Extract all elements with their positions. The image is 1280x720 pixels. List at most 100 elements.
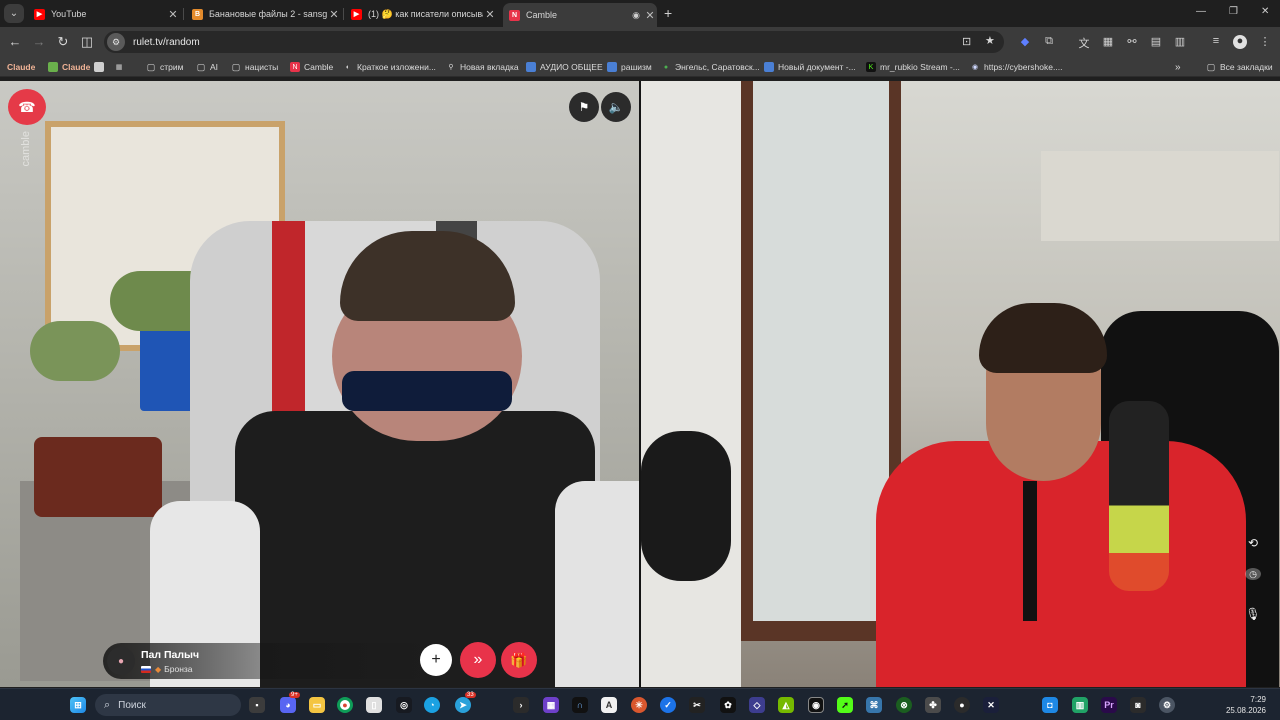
tab-writers-video[interactable]: ▶ (1) 🤔 как писатели описыва ✕ [345,3,497,25]
close-icon[interactable]: ✕ [327,8,341,21]
premiere-icon[interactable]: Pr [1101,697,1117,713]
tab-camble[interactable]: N Camble ◉ ✕ [503,3,657,27]
settings-icon[interactable]: ⚙ [1159,697,1175,713]
bookmark-star-icon[interactable]: ★ [985,34,995,47]
nvidia-icon[interactable]: ◭ [778,697,794,713]
excel-icon[interactable]: ▥ [1072,697,1088,713]
gift-button[interactable]: 🎁 [501,642,537,678]
next-partner-button[interactable]: » [460,642,496,678]
bookmark-label: АУДИО ОБЩЕЕ [540,62,603,72]
telegram-icon[interactable]: ➤ [455,697,471,713]
link-icon[interactable]: ⚯ [1125,35,1139,48]
install-app-icon[interactable]: ⊡ [962,35,971,48]
browser-toolbar: ← → ↻ ◫ ⚙ rulet.tv/random ⊡ ★ ◆ ⧉ 文 ▦ ⚯ … [0,27,1280,57]
report-flag-button[interactable]: ⚑ [569,92,599,122]
volume-button[interactable]: 🔈 [601,92,631,122]
gift-icon: 🎁 [510,651,528,668]
task-view-icon[interactable]: ▪ [249,697,265,713]
app-record-icon[interactable]: ● [954,697,970,713]
bookmark-summary[interactable]: ◐ Краткое изложени... [343,60,436,74]
app-car-icon[interactable]: ◘ [1042,697,1058,713]
file-explorer-icon[interactable]: ▭ [309,697,325,713]
bookmark-label: AI [210,62,219,72]
app-arrow-icon[interactable]: ➚ [837,697,853,713]
sidebar-icon[interactable]: ▥ [1173,35,1187,48]
minimize-icon[interactable]: — [1196,6,1206,17]
new-tab-button[interactable]: + [664,5,672,21]
all-bookmarks[interactable]: ▢ Все закладки [1206,60,1273,74]
claude-app-icon[interactable]: ✳ [631,697,647,713]
bookmark-claude-2[interactable]: Claude [48,60,90,74]
menu-icon[interactable]: ⋮ [1258,35,1272,48]
app-camera-icon[interactable]: ◙ [1130,697,1146,713]
capcut-icon[interactable]: ✂ [689,697,705,713]
terminal-icon[interactable]: › [513,697,529,713]
translate-icon[interactable]: 文 [1077,35,1091,51]
bookmark-cybershoke[interactable]: ◉ https://cybershoke.... [970,60,1063,74]
python-icon[interactable]: ⌘ [866,697,882,713]
xbox-icon[interactable]: ⊗ [896,697,912,713]
reload-button[interactable]: ↻ [55,34,71,50]
bookmark-new-doc[interactable]: Новый документ -... [764,60,856,74]
hang-up-button[interactable]: ☎ [8,89,46,125]
taskbar-search[interactable]: ⌕ Поиск [95,694,241,716]
bookmark-new-tab[interactable]: ⚲ Новая вкладка [446,60,518,74]
bookmark-camble[interactable]: N Camble [290,60,333,74]
restore-icon[interactable]: ❐ [1229,6,1238,17]
forward-button[interactable]: → [31,34,47,49]
app-icon[interactable]: ▦ [543,697,559,713]
tab-groups-icon[interactable]: ▤ [1149,35,1163,48]
window-close-icon[interactable]: ✕ [1261,6,1269,17]
bookmark-page[interactable] [94,60,108,74]
edge-icon[interactable]: ◔ [424,697,440,713]
tab-banana-files[interactable]: B Банановые файлы 2 - sansgot ✕ [186,3,341,25]
timer-icon[interactable]: ◷ [1245,568,1261,580]
obs-icon[interactable]: ◉ [808,697,824,713]
close-icon[interactable]: ✕ [483,8,497,21]
switch-camera-icon[interactable]: ⟲ [1245,536,1261,550]
bookmark-folder-stream[interactable]: ▢ стрим [146,60,184,74]
system-clock[interactable]: 7:29 25.08.2026 [1226,694,1266,716]
start-icon[interactable]: ⊞ [70,697,86,713]
chrome-icon[interactable]: ● [337,697,353,713]
profile-avatar[interactable]: ● [1233,35,1247,49]
app-a-icon[interactable]: A [601,697,617,713]
tab-search-button[interactable]: ⌄ [4,4,24,23]
grid-icon[interactable]: ▦ [1101,35,1115,48]
close-icon[interactable]: ✕ [643,9,657,22]
map-pin-icon: ● [663,63,669,71]
bookmark-kick-stream[interactable]: K mr_rubkio Stream -... [866,60,960,74]
bookmarks-overflow-icon[interactable]: » [1175,60,1181,74]
partner-profile[interactable]: ● Пал Палыч ◆ Бронза [103,643,433,679]
address-bar[interactable]: ⚙ rulet.tv/random [104,31,1004,53]
extension-vpn-icon[interactable]: ◆ [1018,35,1032,48]
app-diamond-icon[interactable]: ◇ [749,697,765,713]
discord-icon[interactable]: ◕ [280,697,296,713]
bookmark-engels[interactable]: ● Энгельс, Саратовск... [661,60,760,74]
bookmark-audio[interactable]: АУДИО ОБЩЕЕ [526,60,603,74]
add-friend-button[interactable]: + [420,644,452,676]
app-x-icon[interactable]: ✕ [983,697,999,713]
bookmark-claude[interactable]: Claude [7,60,35,74]
bookmark-folder-nazis[interactable]: ▢ нацисты [231,60,279,74]
tab-youtube[interactable]: ▶ YouTube ✕ [28,3,180,25]
app-check-icon[interactable]: ✓ [660,697,676,713]
app-arc-icon[interactable]: ∩ [572,697,588,713]
site-info-icon[interactable]: ⚙ [107,33,125,51]
bookmark-folder-ai[interactable]: ▢ AI [196,60,218,74]
chatgpt-icon[interactable]: ✿ [720,697,736,713]
extensions-icon[interactable]: ⧉ [1042,35,1056,48]
app-gear-icon[interactable]: ✤ [925,697,941,713]
split-view-icon[interactable]: ◫ [79,34,95,50]
back-button[interactable]: ← [7,34,23,49]
bookmark-apps[interactable]: ▦ [114,60,128,74]
bookmark-rashism[interactable]: рашизм [607,60,652,74]
blog-icon: B [192,8,203,20]
url-text[interactable]: rulet.tv/random [133,37,200,48]
notepad-icon[interactable]: ▯ [366,697,382,713]
microphone-icon[interactable]: 🎙 [1245,607,1261,621]
close-icon[interactable]: ✕ [166,8,180,21]
doc-icon [607,62,617,72]
reading-list-icon[interactable]: ≡ [1209,35,1223,47]
steam-icon[interactable]: ◎ [396,697,412,713]
